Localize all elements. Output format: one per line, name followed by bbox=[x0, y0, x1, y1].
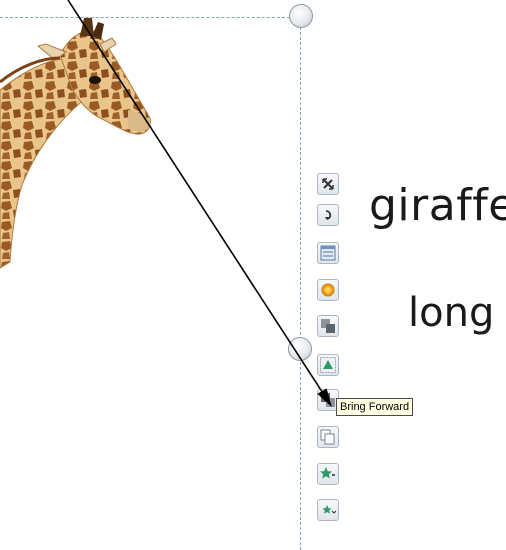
resize-handle-top-right[interactable] bbox=[289, 4, 313, 28]
slide-text-giraffe[interactable]: giraffe bbox=[369, 180, 506, 231]
selection-border-top bbox=[0, 17, 300, 18]
tooltip-bring-forward: Bring Forward bbox=[336, 398, 414, 416]
rotate-button[interactable] bbox=[317, 204, 339, 226]
resize-handle-middle-right[interactable] bbox=[288, 337, 312, 361]
selection-border-right bbox=[300, 17, 301, 550]
bring-forward-icon bbox=[321, 393, 335, 407]
reset-picture-icon bbox=[322, 178, 334, 190]
rotate-icon bbox=[325, 210, 332, 220]
shape-outline-button[interactable] bbox=[317, 499, 339, 521]
group-button[interactable] bbox=[317, 426, 339, 448]
position-icon bbox=[320, 357, 336, 373]
shape-outline-icon bbox=[322, 505, 336, 514]
send-backward-icon bbox=[321, 319, 335, 333]
position-button[interactable] bbox=[317, 354, 339, 376]
group-icon bbox=[320, 429, 335, 445]
picture-effects-icon bbox=[321, 283, 335, 297]
send-backward-button[interactable] bbox=[317, 315, 339, 337]
shape-fill-icon bbox=[320, 467, 335, 479]
reset-picture-button[interactable] bbox=[317, 173, 339, 195]
picture-effects-button[interactable] bbox=[317, 279, 339, 301]
giraffe-image[interactable] bbox=[0, 0, 300, 550]
shape-fill-button[interactable] bbox=[317, 463, 339, 485]
slide-text-long[interactable]: long bbox=[408, 290, 494, 336]
picture-styles-icon bbox=[320, 245, 336, 261]
picture-styles-button[interactable] bbox=[317, 242, 339, 264]
slide-canvas[interactable]: giraffe long Bring Forward bbox=[0, 0, 506, 550]
